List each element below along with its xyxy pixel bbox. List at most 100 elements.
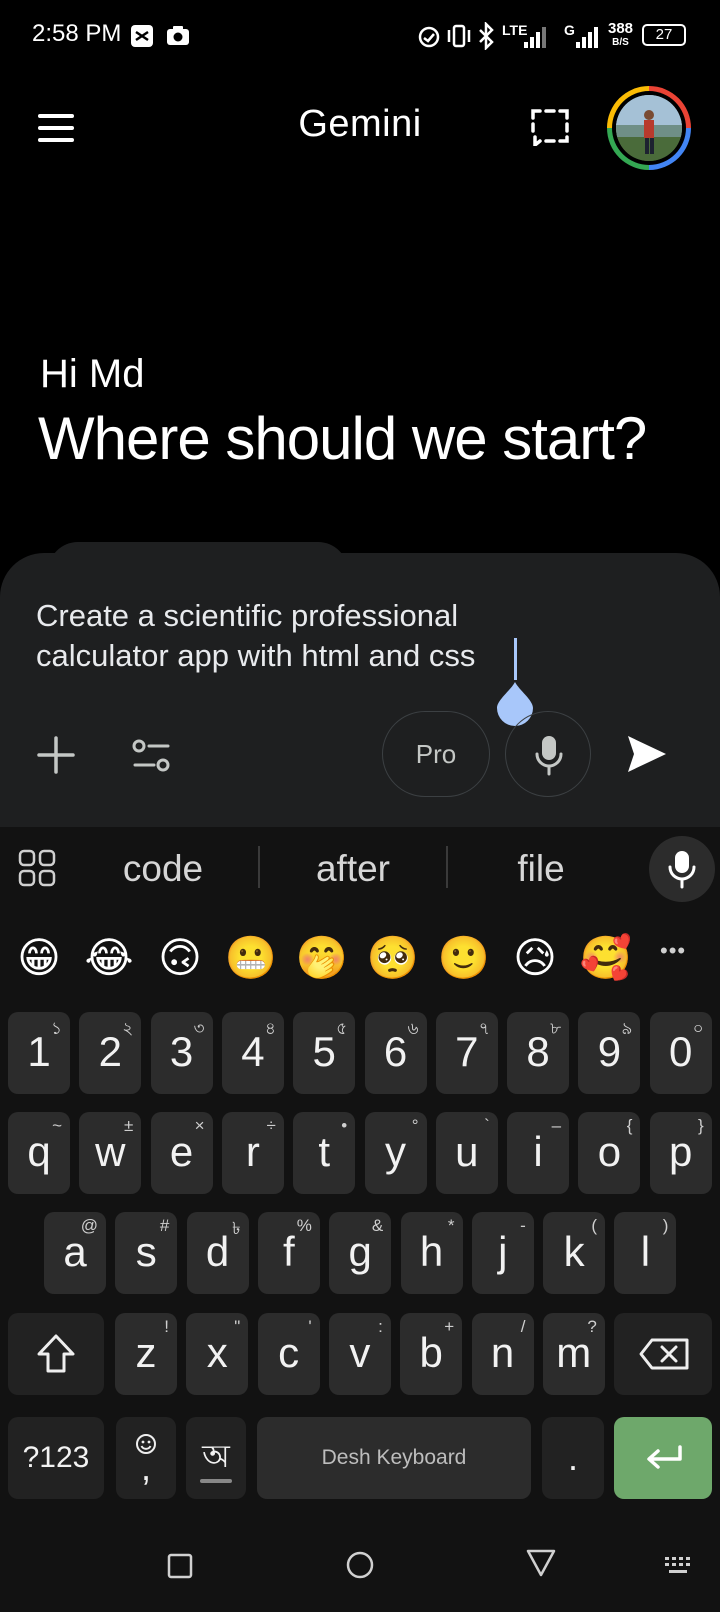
backspace-icon [639, 1338, 689, 1370]
add-icon[interactable] [37, 736, 75, 774]
key-d[interactable]: d ৳ [186, 1212, 249, 1294]
camera-icon [167, 26, 189, 45]
key-alt-label: ৯ [621, 1019, 633, 1038]
emoji-hand-over-mouth[interactable]: 🤭 [294, 930, 350, 986]
key-4[interactable]: 4৪ [221, 1012, 284, 1094]
key-q[interactable]: q ~ [8, 1112, 70, 1194]
battery-icon: 27 [642, 24, 686, 46]
key-t[interactable]: t • [293, 1112, 356, 1194]
microphone-icon [668, 851, 696, 889]
period-key[interactable]: . [542, 1417, 604, 1499]
key-alt-label: ÷ [266, 1116, 276, 1135]
key-k[interactable]: k( [543, 1212, 606, 1294]
key-l[interactable]: l) [614, 1212, 677, 1294]
emoji-hearts[interactable]: 🥰 [578, 930, 634, 986]
dashed-selection-icon[interactable] [530, 106, 570, 146]
suggestion-2[interactable]: after [282, 848, 424, 890]
key-v[interactable]: v: [328, 1313, 391, 1395]
suggestion-3[interactable]: file [470, 848, 612, 890]
key-alt-label: ৮ [550, 1019, 562, 1038]
emoji-comma-key[interactable]: , [116, 1417, 176, 1499]
emoji-upside-down[interactable]: 🙃 [152, 930, 208, 986]
greeting: Hi Md [40, 352, 145, 396]
emoji-sad-sweat[interactable]: 😥 [507, 930, 563, 986]
apps-grid-icon[interactable] [18, 849, 56, 887]
key-alt-label: # [159, 1216, 170, 1235]
key-w[interactable]: w ± [79, 1112, 142, 1194]
key-alt-label: ( [591, 1216, 598, 1235]
microphone-icon [535, 736, 563, 776]
tools-icon[interactable] [132, 736, 172, 776]
key-o[interactable]: o{ [578, 1112, 641, 1194]
key-n[interactable]: n / [471, 1313, 534, 1395]
key-3[interactable]: 3৩ [150, 1012, 213, 1094]
emoji-joy[interactable]: 😂 [81, 930, 137, 986]
key-a[interactable]: a @ [44, 1212, 106, 1294]
sync-icon [418, 26, 440, 48]
key-u[interactable]: u ` [435, 1112, 498, 1194]
key-8[interactable]: 8৮ [507, 1012, 570, 1094]
emoji-pleading[interactable]: 🥺 [365, 930, 421, 986]
language-key[interactable]: অ [186, 1417, 246, 1499]
model-selector-button[interactable]: Pro [382, 711, 490, 797]
vibrate-icon [447, 24, 471, 48]
send-icon[interactable] [626, 734, 668, 774]
key-alt-label: ৪ [264, 1019, 276, 1038]
key-p[interactable]: p} [649, 1112, 712, 1194]
net-speed-unit: B/S [612, 37, 629, 48]
key-m[interactable]: m? [542, 1313, 605, 1395]
emoji-more-icon[interactable]: ••• [660, 938, 686, 964]
key-5[interactable]: 5৫ [293, 1012, 356, 1094]
key-z[interactable]: z! [115, 1313, 177, 1395]
space-key[interactable]: Desh Keyboard [257, 1417, 531, 1499]
back-icon[interactable] [525, 1548, 557, 1578]
emoji-slight-smile[interactable]: 🙂 [436, 930, 492, 986]
key-alt-label: & [371, 1216, 384, 1235]
key-alt-label: * [447, 1216, 455, 1235]
key-9[interactable]: 9৯ [578, 1012, 641, 1094]
keyboard-voice-button[interactable] [649, 836, 715, 902]
key-alt-label: • [341, 1116, 348, 1135]
key-alt-label: + [444, 1317, 455, 1336]
prompt-input[interactable]: Create a scientific professional calcula… [36, 596, 596, 676]
key-6[interactable]: 6৬ [364, 1012, 427, 1094]
emoji-grimace[interactable]: 😬 [223, 930, 279, 986]
suggestion-1[interactable]: code [92, 848, 234, 890]
key-b[interactable]: b + [400, 1313, 463, 1395]
key-alt-label: : [378, 1317, 383, 1336]
key-h[interactable]: h * [400, 1212, 463, 1294]
key-c[interactable]: c ' [257, 1313, 320, 1395]
key-alt-label: ° [411, 1116, 419, 1135]
key-alt-label: ০ [692, 1019, 704, 1038]
home-icon[interactable] [345, 1550, 375, 1580]
capcut-icon [131, 25, 153, 47]
key-alt-label: % [296, 1216, 312, 1235]
key-alt-label: ± [123, 1116, 134, 1135]
avatar-photo [616, 95, 682, 161]
key-0[interactable]: 0০ [649, 1012, 712, 1094]
key-y[interactable]: y ° [364, 1112, 427, 1194]
recents-icon[interactable] [167, 1553, 193, 1579]
voice-input-button[interactable] [505, 711, 591, 797]
key-e[interactable]: e × [150, 1112, 213, 1194]
key-f[interactable]: f% [257, 1212, 320, 1294]
key-alt-label: ৭ [478, 1019, 490, 1038]
key-alt-label: ৫ [336, 1019, 348, 1038]
keyboard-switch-icon[interactable] [664, 1556, 696, 1576]
key-x[interactable]: x " [186, 1313, 249, 1395]
emoji-grin[interactable]: 😁 [11, 930, 67, 986]
key-i[interactable]: i – [507, 1112, 570, 1194]
symbols-key[interactable]: ?123 [8, 1417, 104, 1499]
key-j[interactable]: j- [471, 1212, 534, 1294]
language-label: অ [202, 1438, 230, 1474]
key-g[interactable]: g & [329, 1212, 392, 1294]
key-r[interactable]: r ÷ [221, 1112, 284, 1194]
key-2[interactable]: 2২ [79, 1012, 142, 1094]
backspace-key[interactable] [614, 1313, 712, 1395]
shift-key[interactable] [8, 1313, 104, 1395]
enter-key[interactable] [614, 1417, 712, 1499]
key-s[interactable]: s # [115, 1212, 178, 1294]
avatar[interactable] [607, 86, 691, 170]
key-1[interactable]: 1১ [8, 1012, 70, 1094]
key-7[interactable]: 7৭ [435, 1012, 498, 1094]
